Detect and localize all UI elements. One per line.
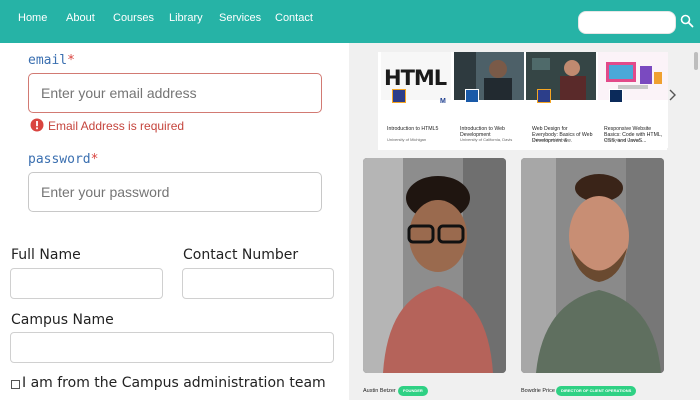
required-mark: * [67, 53, 75, 68]
course-card[interactable]: Introduction to Web Development Universi… [454, 52, 524, 148]
team-member-role-badge: DIRECTOR OF CLIENT OPERATIONS [556, 386, 637, 396]
course-card[interactable]: Responsive Website Basics: Code with HTM… [598, 52, 668, 148]
team-member-role-badge: FOUNDER [398, 386, 428, 396]
team-member-photo [363, 158, 506, 373]
team-member-name: Austin Betzer [363, 388, 396, 394]
nav-link-library[interactable]: Library [169, 12, 203, 24]
email-error-text: Email Address is required [48, 119, 185, 133]
nav-search-input[interactable] [578, 11, 676, 34]
nav-link-about[interactable]: About [66, 12, 95, 24]
university-logo [392, 89, 406, 103]
email-label: email* [28, 53, 75, 68]
admin-checkbox[interactable] [11, 380, 20, 389]
course-university: University of Michigan [387, 137, 427, 142]
nav-link-home[interactable]: Home [18, 12, 47, 24]
contact-number-input[interactable] [182, 268, 334, 299]
admin-checkbox-label: I am from the Campus administration team [22, 375, 326, 391]
nav-link-courses[interactable]: Courses [113, 12, 154, 24]
email-input[interactable] [28, 73, 322, 113]
nav-link-services[interactable]: Services [219, 12, 261, 24]
course-card[interactable]: HTML M Introduction to HTML5 University … [381, 52, 451, 148]
email-label-text: email [28, 53, 68, 68]
full-name-input[interactable] [10, 268, 163, 299]
university-logo [465, 89, 479, 103]
michigan-m-icon: M [440, 98, 446, 105]
scrollbar-thumb[interactable] [694, 52, 698, 70]
password-input[interactable] [28, 172, 322, 212]
top-navbar: Home About Courses Library Services Cont… [0, 0, 700, 43]
course-university: University of Michigan [532, 137, 572, 142]
course-university: University of California, Davis [460, 137, 513, 142]
password-label: password* [28, 152, 98, 167]
chevron-right-icon[interactable] [667, 88, 677, 102]
team-member-photo [521, 158, 664, 373]
university-logo [537, 89, 551, 103]
nav-link-contact[interactable]: Contact [275, 12, 313, 24]
portrait-image [363, 158, 506, 373]
contact-number-label: Contact Number [183, 247, 299, 263]
course-title: Introduction to HTML5 [387, 126, 439, 132]
error-icon [30, 118, 44, 132]
full-name-label: Full Name [11, 247, 81, 263]
course-card[interactable]: Web Design for Everybody: Basics of Web … [526, 52, 596, 148]
search-icon[interactable] [680, 14, 694, 28]
password-label-text: password [28, 152, 91, 167]
university-logo [609, 89, 623, 103]
required-mark: * [90, 152, 99, 167]
course-university: University of London [604, 137, 641, 142]
team-member-name: Bowdrie Price [521, 388, 555, 394]
portrait-image [521, 158, 664, 373]
campus-name-input[interactable] [10, 332, 334, 363]
thumb-text: HTML [384, 66, 447, 90]
campus-name-label: Campus Name [11, 312, 114, 328]
